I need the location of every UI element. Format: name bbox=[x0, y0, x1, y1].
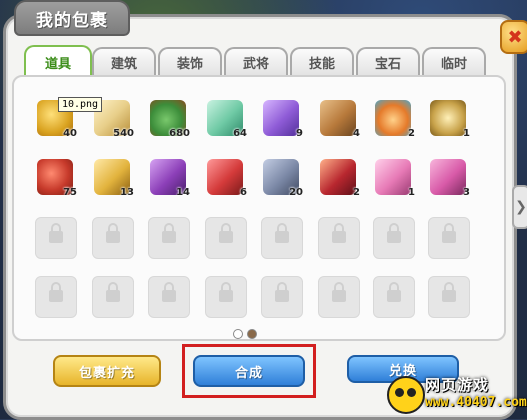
lock-icon bbox=[442, 282, 456, 302]
lock-icon bbox=[275, 282, 289, 302]
shovel-icon bbox=[320, 100, 356, 136]
item-count: 75 bbox=[63, 187, 77, 198]
locked-slot bbox=[261, 217, 303, 259]
page-indicator bbox=[233, 329, 263, 339]
locked-slot bbox=[92, 217, 134, 259]
lock-icon bbox=[106, 282, 120, 302]
page-dot-1[interactable] bbox=[233, 329, 243, 339]
red-bow-gift-icon bbox=[320, 159, 356, 195]
item-slot-15[interactable]: 1 bbox=[373, 157, 415, 198]
locked-slot bbox=[92, 276, 134, 318]
item-slot-9[interactable]: 75 bbox=[35, 157, 77, 198]
tab-decorations[interactable]: 装饰 bbox=[158, 47, 222, 75]
locked-slot bbox=[261, 276, 303, 318]
category-tabs: 道具 建筑 装饰 武将 技能 宝石 临时 bbox=[24, 45, 494, 77]
red-gift-icon bbox=[207, 159, 243, 195]
lock-icon bbox=[49, 282, 63, 302]
item-count: 20 bbox=[289, 187, 303, 198]
window-title: 我的包裹 bbox=[14, 0, 130, 36]
item-count: 13 bbox=[120, 187, 134, 198]
item-count: 6 bbox=[240, 187, 247, 198]
watermark-url: www.40407.com bbox=[425, 395, 527, 410]
item-slot-13[interactable]: 20 bbox=[261, 157, 303, 198]
item-slot-6[interactable]: 4 bbox=[318, 98, 360, 139]
mascot-icon bbox=[387, 376, 425, 414]
lock-icon bbox=[332, 223, 346, 243]
pink-box-icon bbox=[430, 159, 466, 195]
locked-slot bbox=[373, 217, 415, 259]
tab-props[interactable]: 道具 bbox=[24, 45, 92, 77]
site-watermark: 网页游戏 www.40407.com bbox=[385, 370, 527, 419]
locked-slot bbox=[205, 217, 247, 259]
expand-inventory-button[interactable]: 包裹扩充 bbox=[53, 355, 161, 387]
item-slot-12[interactable]: 6 bbox=[205, 157, 247, 198]
locked-slot bbox=[428, 276, 470, 318]
locked-slot bbox=[318, 217, 360, 259]
item-count: 540 bbox=[113, 128, 134, 139]
locked-slot bbox=[373, 276, 415, 318]
watermark-title: 网页游戏 bbox=[425, 376, 490, 394]
lock-icon bbox=[387, 282, 401, 302]
item-count: 2 bbox=[408, 128, 415, 139]
next-page-arrow[interactable]: ❯ bbox=[512, 185, 527, 229]
lock-icon bbox=[332, 282, 346, 302]
tab-gems[interactable]: 宝石 bbox=[356, 47, 420, 75]
item-slot-11[interactable]: 14 bbox=[148, 157, 190, 198]
locked-slot bbox=[318, 276, 360, 318]
tab-temporary[interactable]: 临时 bbox=[422, 47, 486, 75]
item-slot-7[interactable]: 2 bbox=[373, 98, 415, 139]
lock-icon bbox=[387, 223, 401, 243]
locked-slot bbox=[205, 276, 247, 318]
coins-icon bbox=[430, 100, 466, 136]
item-count: 14 bbox=[176, 187, 190, 198]
locked-slot bbox=[35, 217, 77, 259]
page-dot-2[interactable] bbox=[247, 329, 257, 339]
item-slot-5[interactable]: 9 bbox=[261, 98, 303, 139]
item-count: 9 bbox=[296, 128, 303, 139]
lock-icon bbox=[106, 223, 120, 243]
item-count: 680 bbox=[169, 128, 190, 139]
locked-slot bbox=[148, 276, 190, 318]
lock-icon bbox=[442, 223, 456, 243]
tab-generals[interactable]: 武将 bbox=[224, 47, 288, 75]
locked-slot bbox=[35, 276, 77, 318]
lock-icon bbox=[219, 282, 233, 302]
item-slot-14[interactable]: 2 bbox=[318, 157, 360, 198]
item-slot-10[interactable]: 13 bbox=[92, 157, 134, 198]
file-tooltip: 10.png bbox=[58, 97, 102, 112]
lock-icon bbox=[49, 223, 63, 243]
item-slot-16[interactable]: 3 bbox=[428, 157, 470, 198]
item-count: 1 bbox=[463, 128, 470, 139]
item-count: 64 bbox=[233, 128, 247, 139]
pink-gift-icon bbox=[375, 159, 411, 195]
lock-icon bbox=[162, 282, 176, 302]
locked-slot bbox=[428, 217, 470, 259]
mystery-box-icon bbox=[263, 100, 299, 136]
item-slot-8[interactable]: 1 bbox=[428, 98, 470, 139]
medal-icon bbox=[375, 100, 411, 136]
item-slot-4[interactable]: 64 bbox=[205, 98, 247, 139]
item-count: 2 bbox=[353, 187, 360, 198]
item-count: 4 bbox=[353, 128, 360, 139]
tab-buildings[interactable]: 建筑 bbox=[92, 47, 156, 75]
tab-skills[interactable]: 技能 bbox=[290, 47, 354, 75]
locked-slot bbox=[148, 217, 190, 259]
item-count: 1 bbox=[408, 187, 415, 198]
item-count: 3 bbox=[463, 187, 470, 198]
lock-icon bbox=[275, 223, 289, 243]
lock-icon bbox=[162, 223, 176, 243]
lock-icon bbox=[219, 223, 233, 243]
item-slot-3[interactable]: 680 bbox=[148, 98, 190, 139]
close-button[interactable]: ✖ bbox=[500, 20, 527, 54]
item-count: 40 bbox=[63, 128, 77, 139]
highlight-box bbox=[182, 344, 316, 398]
